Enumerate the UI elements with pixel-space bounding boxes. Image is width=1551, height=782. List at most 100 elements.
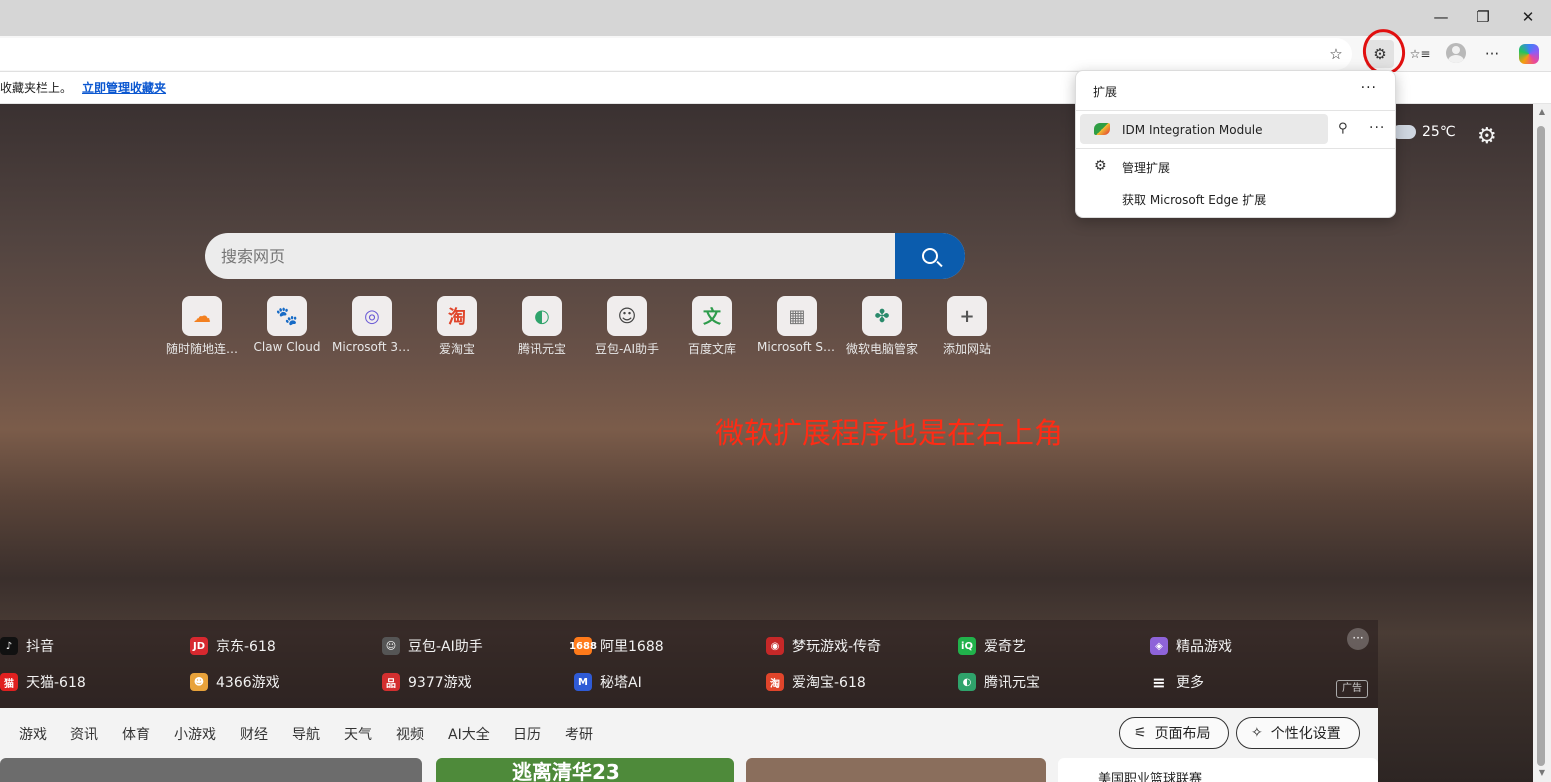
extension-more-icon[interactable]: ··· — [1369, 120, 1385, 136]
site-label: 豆包-AI助手 — [408, 639, 483, 655]
more-menu-icon[interactable]: ··· — [1478, 40, 1506, 68]
personalize-button[interactable]: ✧ 个性化设置 — [1236, 717, 1360, 749]
site-label: 腾讯元宝 — [984, 675, 1040, 691]
nav-tab[interactable]: 导航 — [292, 724, 320, 744]
site-link[interactable]: ☻ 4366游戏 — [190, 672, 280, 692]
pin-icon[interactable]: ⚲ — [1338, 121, 1348, 136]
nav-tab[interactable]: 资讯 — [70, 724, 98, 744]
site-link[interactable]: 猫天猫-618 — [0, 672, 86, 692]
restore-button[interactable]: ❐ — [1460, 0, 1506, 34]
feed-card[interactable]: 逃离清华23 — [436, 758, 734, 782]
nav-tab[interactable]: 考研 — [565, 724, 593, 744]
weather-widget[interactable]: 25℃ — [1392, 119, 1456, 140]
extension-name: IDM Integration Module — [1122, 123, 1263, 137]
site-label: 天猫-618 — [26, 675, 86, 691]
divider — [1076, 110, 1395, 111]
feed-card[interactable] — [746, 758, 1046, 782]
site-link[interactable]: JD 京东-618 — [190, 636, 276, 656]
nav-tab[interactable]: 财经 — [240, 724, 268, 744]
sites-grid — [0, 620, 1378, 708]
site-icon: iQ — [958, 637, 976, 655]
sites-more-options-icon[interactable]: ··· — [1347, 628, 1369, 650]
scrollbar-thumb[interactable] — [1537, 126, 1545, 766]
site-icon: 1688 — [569, 637, 597, 655]
quick-link-icon: 文 — [692, 296, 732, 336]
manage-favorites-link[interactable]: 立即管理收藏夹 — [82, 79, 166, 96]
copilot-icon[interactable] — [1519, 44, 1539, 64]
site-icon: 品 — [382, 673, 400, 691]
manage-extensions-link[interactable]: 管理扩展 — [1122, 159, 1170, 176]
page-settings-gear-icon[interactable]: ⚙ — [1477, 124, 1497, 149]
browser-toolbar: ☆ ⚙ ☆≡ ··· — [0, 36, 1551, 72]
star-outline-icon[interactable]: ☆ — [1322, 40, 1350, 68]
address-bar[interactable] — [0, 38, 1352, 70]
search-icon — [922, 248, 938, 264]
quick-link[interactable]: 淘爱淘宝 — [417, 296, 497, 357]
favorites-list-icon[interactable]: ☆≡ — [1406, 40, 1434, 68]
quick-link[interactable]: ▦ Microsoft St… — [757, 296, 837, 354]
quick-link[interactable]: ◐ 腾讯元宝 — [502, 296, 582, 357]
site-label: 京东-618 — [216, 639, 276, 655]
site-link[interactable]: ≡ 更多 — [1150, 672, 1204, 692]
scroll-up-arrow-icon[interactable]: ▲ — [1536, 107, 1548, 119]
nav-tab[interactable]: AI大全 — [448, 724, 490, 744]
quick-link-label: 百度文库 — [687, 342, 736, 356]
feed-card[interactable]: 美国职业篮球联赛 — [1058, 758, 1378, 782]
site-link[interactable]: ◉ 梦玩游戏-传奇 — [766, 636, 881, 656]
feed-nav-bar: 游戏 资讯 体育 小游戏 财经 导航 天气 视频 AI大全 日历 考研 ⚟ 页面布局 ✧ 个性化设置 — [0, 708, 1378, 758]
site-link[interactable]: ♪ 抖音 — [0, 636, 54, 656]
page-layout-button[interactable]: ⚟ 页面布局 — [1119, 717, 1229, 749]
popup-more-icon[interactable]: ··· — [1361, 80, 1377, 96]
feed-card[interactable] — [0, 758, 422, 782]
site-link[interactable]: M 秘塔AI — [574, 672, 642, 692]
quick-link-icon: ☁ — [182, 296, 222, 336]
site-icon: ♪ — [0, 637, 18, 655]
nav-tab[interactable]: 游戏 — [19, 724, 47, 744]
quick-link[interactable]: 文百度文库 — [672, 296, 752, 357]
close-button[interactable]: ✕ — [1505, 0, 1551, 34]
quick-link[interactable]: ✤ 微软电脑管家 — [842, 296, 922, 357]
scroll-down-arrow-icon[interactable]: ▼ — [1536, 768, 1548, 780]
site-icon: JD — [190, 637, 208, 655]
nav-tab[interactable]: 体育 — [122, 724, 150, 744]
quick-link[interactable]: ◎ Microsoft 365 — [332, 296, 412, 354]
quick-link[interactable]: 🐾 Claw Cloud — [247, 296, 327, 354]
ad-badge: 广告 — [1336, 680, 1368, 698]
site-link[interactable]: ☺ 豆包-AI助手 — [382, 636, 483, 656]
page-layout-label: 页面布局 — [1154, 726, 1211, 742]
site-icon: ◈ — [1150, 637, 1168, 655]
site-label: 4366游戏 — [216, 675, 280, 691]
nav-tab[interactable]: 日历 — [513, 724, 541, 744]
search-input[interactable] — [205, 233, 895, 279]
quick-link[interactable]: ☺ 豆包-AI助手 — [587, 296, 667, 357]
site-label: 抖音 — [26, 639, 54, 655]
quick-link-icon: + — [947, 296, 987, 336]
site-link[interactable]: ◈ 精品游戏 — [1150, 636, 1232, 656]
popup-title: 扩展 — [1093, 85, 1118, 99]
site-link[interactable]: ◐ 腾讯元宝 — [958, 672, 1040, 692]
favorites-bar-text: 收藏夹栏上。 — [0, 81, 73, 95]
quick-link[interactable]: ☁ 随时随地连… — [162, 296, 242, 357]
quick-link-label: 豆包-AI助手 — [594, 342, 660, 356]
puzzle-icon: ⚙ — [1094, 158, 1107, 174]
minimize-button[interactable]: — — [1418, 0, 1464, 34]
site-label: 爱淘宝-618 — [792, 675, 866, 691]
site-icon: 淘 — [766, 673, 784, 691]
quick-link[interactable]: + 添加网站 — [927, 296, 1007, 357]
site-icon: ☻ — [190, 673, 208, 691]
site-label: 秘塔AI — [600, 675, 642, 691]
search-button[interactable] — [895, 233, 965, 279]
site-link[interactable]: 1688 阿里1688 — [569, 636, 664, 656]
nav-tab[interactable]: 天气 — [344, 724, 372, 744]
site-link[interactable]: iQ 爱奇艺 — [958, 636, 1026, 656]
site-icon: ◐ — [958, 673, 976, 691]
site-link[interactable]: 淘爱淘宝-618 — [766, 672, 866, 692]
site-link[interactable]: 品 9377游戏 — [382, 672, 472, 692]
nav-tab[interactable]: 小游戏 — [174, 724, 216, 744]
get-edge-extensions-link[interactable]: 获取 Microsoft Edge 扩展 — [1122, 191, 1266, 208]
quick-link-icon: ☺ — [607, 296, 647, 336]
idm-extension-icon — [1094, 123, 1110, 135]
nav-tab[interactable]: 视频 — [396, 724, 424, 744]
divider — [1076, 148, 1395, 149]
profile-avatar-icon[interactable] — [1446, 43, 1466, 63]
